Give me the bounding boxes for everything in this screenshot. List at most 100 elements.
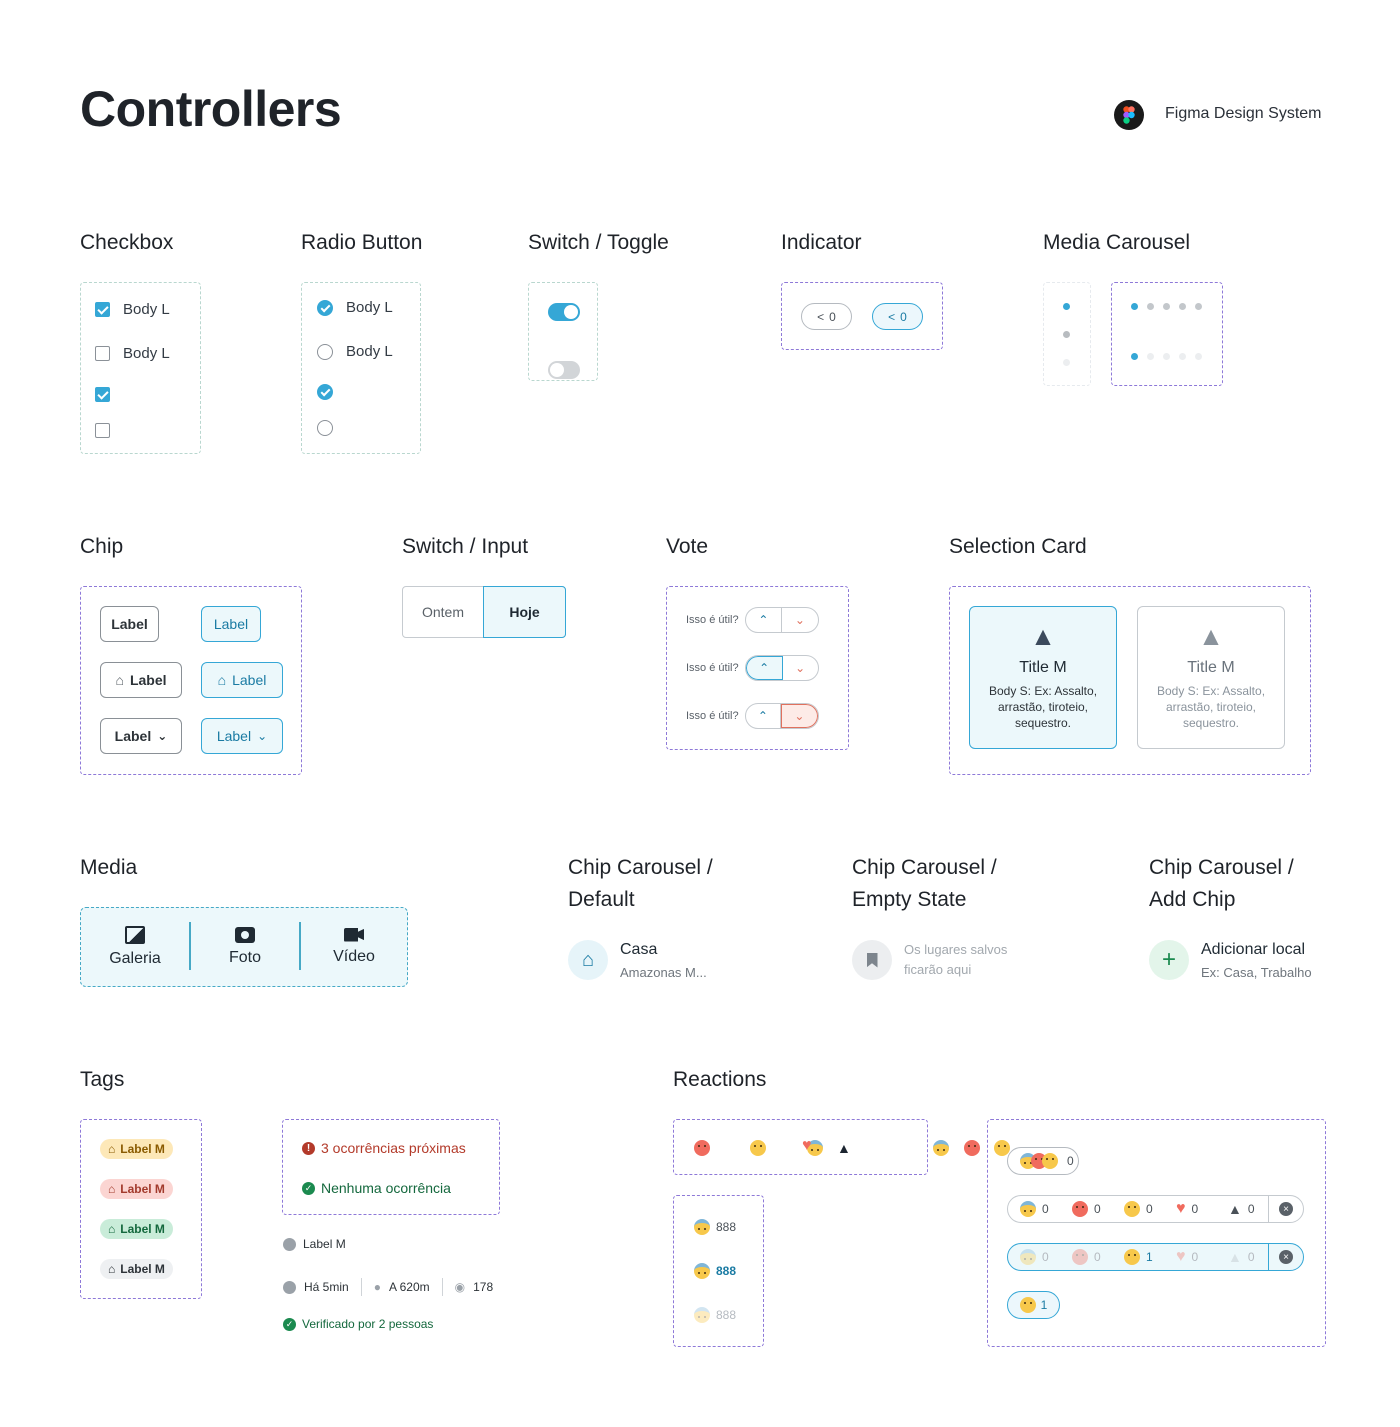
- home-icon: ⌂: [108, 1182, 116, 1196]
- share-indicator-active[interactable]: <0: [872, 303, 923, 330]
- reaction-option[interactable]: 0: [1112, 1201, 1164, 1217]
- chip-dropdown-selected[interactable]: Label ⌄: [201, 718, 283, 754]
- fire-icon: ▲: [1198, 621, 1224, 651]
- chip-group: Label Label ⌂ Label ⌂ Label Label ⌄ Label ⌄: [80, 586, 302, 775]
- tag-warning: ⌂ Label M: [100, 1139, 173, 1159]
- checkbox-row[interactable]: Body L: [95, 345, 170, 362]
- camera-icon: [235, 926, 255, 943]
- sad-emoji-icon[interactable]: [750, 1140, 767, 1156]
- carousel-dot-active[interactable]: [1131, 303, 1138, 310]
- carousel-dot[interactable]: [1147, 353, 1154, 360]
- vote-control: ⌃ ⌄: [744, 703, 819, 729]
- vote-down-button[interactable]: ⌄: [782, 608, 818, 632]
- reaction-bar-active: 0 0 1 ♥ 0 ▲ 0 ×: [1007, 1243, 1304, 1271]
- chevron-down-icon: ⌄: [257, 729, 268, 743]
- carousel-dot[interactable]: [1147, 303, 1154, 310]
- reaction-single[interactable]: 1: [1007, 1291, 1060, 1319]
- reaction-option[interactable]: ▲ 0: [1216, 1249, 1268, 1265]
- reaction-option[interactable]: ▲ 0: [1216, 1201, 1268, 1217]
- vote-row: Isso é útil? ⌃ ⌄: [686, 703, 819, 729]
- reaction-count-disabled[interactable]: 888: [694, 1307, 736, 1323]
- chip-selected[interactable]: Label: [201, 606, 261, 642]
- reaction-option[interactable]: 0: [1060, 1201, 1112, 1217]
- carousel-dot[interactable]: [1063, 331, 1070, 338]
- home-icon: ⌂: [108, 1222, 116, 1236]
- chip-carousel-item[interactable]: ⌂ Casa Amazonas M...: [568, 940, 707, 980]
- radio-group: Body L Body L: [301, 282, 421, 454]
- pin-icon: ●: [373, 1280, 381, 1294]
- reaction-count-active[interactable]: 888: [694, 1263, 736, 1279]
- carousel-dot[interactable]: [1195, 303, 1202, 310]
- selection-card-selected[interactable]: ▲ Title M Body S: Ex: Assalto, arrastão,…: [969, 606, 1117, 749]
- radio-label: Body L: [346, 299, 393, 316]
- section-title-chip: Chip: [80, 535, 124, 558]
- radio-selected[interactable]: [317, 384, 333, 400]
- vote-down-button[interactable]: ⌄: [783, 656, 818, 680]
- selection-card[interactable]: ▲ Title M Body S: Ex: Assalto, arrastão,…: [1137, 606, 1285, 749]
- media-option-photo[interactable]: Foto: [191, 908, 299, 985]
- radio-unselected[interactable]: [317, 420, 333, 436]
- reaction-option[interactable]: 0: [1060, 1249, 1112, 1265]
- reaction-option-selected[interactable]: 1: [1112, 1249, 1164, 1265]
- segmented-switch: Ontem Hoje: [402, 585, 566, 638]
- checkbox-unchecked[interactable]: [95, 346, 110, 361]
- carousel-dot[interactable]: [1195, 353, 1202, 360]
- radio-row[interactable]: Body L: [317, 343, 393, 360]
- section-title-media: Media: [80, 856, 138, 879]
- reaction-summary[interactable]: 0: [1007, 1147, 1079, 1175]
- angry-emoji-icon[interactable]: [694, 1140, 710, 1156]
- close-icon[interactable]: ×: [1279, 1202, 1293, 1216]
- meta-row: Há 5min ● A 620m ◉ 178: [283, 1278, 493, 1296]
- segment-option-selected[interactable]: Hoje: [483, 585, 566, 638]
- clock-icon: [283, 1280, 296, 1294]
- reaction-count[interactable]: 888: [694, 1219, 736, 1235]
- checkbox-row[interactable]: Body L: [95, 301, 170, 318]
- checkbox-unchecked[interactable]: [95, 423, 110, 438]
- segment-option[interactable]: Ontem: [403, 587, 483, 636]
- checkbox-label: Body L: [123, 301, 170, 318]
- heart-icon[interactable]: ♥: [802, 1138, 812, 1154]
- media-option-video[interactable]: Vídeo: [301, 908, 407, 985]
- vote-up-button-active[interactable]: ⌃: [745, 656, 783, 680]
- chip[interactable]: Label: [100, 606, 159, 642]
- plus-icon: +: [1149, 940, 1189, 980]
- close-icon[interactable]: ×: [1279, 1250, 1293, 1264]
- vote-up-button[interactable]: ⌃: [746, 608, 783, 632]
- share-icon: <: [817, 309, 825, 324]
- fire-icon: ▲: [1030, 621, 1056, 651]
- vote-down-button-active[interactable]: ⌄: [781, 704, 818, 728]
- carousel-dot-active[interactable]: [1131, 353, 1138, 360]
- radio-unselected[interactable]: [317, 343, 333, 360]
- media-option-gallery[interactable]: Galeria: [81, 908, 189, 985]
- carousel-dot[interactable]: [1163, 303, 1170, 310]
- add-chip-title: Adicionar local: [1201, 940, 1306, 958]
- chip-dropdown[interactable]: Label ⌄: [100, 718, 182, 754]
- add-chip[interactable]: + Adicionar local Ex: Casa, Trabalho: [1149, 940, 1312, 980]
- carousel-horizontal: [1111, 282, 1223, 386]
- chip-carousel-subtitle: Amazonas M...: [620, 964, 707, 980]
- carousel-dot-active[interactable]: [1063, 303, 1070, 310]
- toggle-on[interactable]: [548, 303, 580, 321]
- home-icon: ⌂: [108, 1142, 116, 1156]
- chip-with-icon-selected[interactable]: ⌂ Label: [201, 662, 283, 698]
- chip-with-icon[interactable]: ⌂ Label: [100, 662, 182, 698]
- radio-row[interactable]: Body L: [317, 299, 393, 316]
- carousel-dot[interactable]: [1179, 353, 1186, 360]
- reaction-option[interactable]: ♥ 0: [1164, 1249, 1216, 1265]
- carousel-dot[interactable]: [1163, 353, 1170, 360]
- checkbox-checked[interactable]: [95, 387, 110, 402]
- checkbox-checked[interactable]: [95, 302, 110, 317]
- vote-row: Isso é útil? ⌃ ⌄: [686, 655, 819, 681]
- carousel-dot[interactable]: [1179, 303, 1186, 310]
- toggle-off[interactable]: [548, 361, 580, 379]
- reaction-option[interactable]: 0: [1008, 1249, 1060, 1265]
- carousel-dot[interactable]: [1063, 359, 1070, 366]
- brand-label: Figma Design System: [1165, 105, 1322, 122]
- vote-up-button[interactable]: ⌃: [746, 704, 782, 728]
- tag-success: ⌂ Label M: [100, 1219, 173, 1239]
- radio-selected[interactable]: [317, 299, 333, 316]
- praying-hands-icon[interactable]: ▲: [837, 1140, 851, 1156]
- reaction-option[interactable]: 0: [1008, 1201, 1060, 1217]
- reaction-option[interactable]: ♥ 0: [1164, 1201, 1216, 1217]
- share-indicator[interactable]: <0: [801, 303, 852, 330]
